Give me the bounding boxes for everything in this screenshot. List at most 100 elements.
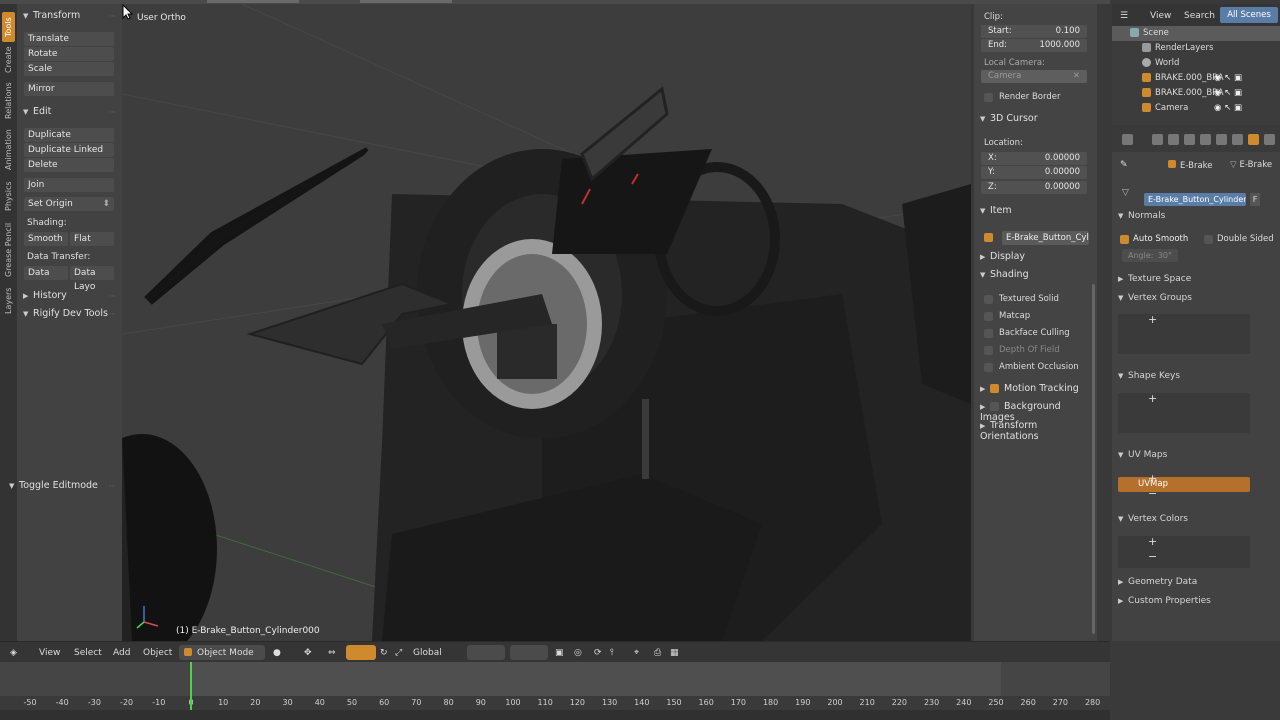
uvmap-item[interactable]: UVMap [1118,477,1250,492]
transform-panel-header[interactable]: ▼ Transform [23,10,80,21]
translate-button[interactable]: Translate [24,32,114,46]
clip-end-field[interactable]: End: 1000.000 [981,39,1087,52]
manipulator-translate-button[interactable] [346,645,376,660]
opengl-render-icon[interactable]: ⎙ [654,648,661,658]
fake-user-button[interactable]: F [1250,193,1260,206]
breadcrumb-object[interactable]: E-Brake [1168,160,1213,171]
vertex-colors-header[interactable]: ▼ Vertex Colors [1118,514,1188,524]
toggle-editmode-header[interactable]: ▼ Toggle Editmode [9,480,98,491]
duplicate-button[interactable]: Duplicate [24,128,114,142]
select-menu[interactable]: Select [74,648,102,658]
editor-type-icon[interactable]: ◈ [10,648,17,658]
scene-tab-icon[interactable] [1168,134,1179,145]
layers-grid-2[interactable] [510,645,548,660]
flat-button[interactable]: Flat [70,232,114,246]
clip-start-field[interactable]: Start: 0.100 [981,25,1087,38]
mirror-button[interactable]: Mirror [24,82,114,96]
delete-button[interactable]: Delete [24,158,114,172]
textured-solid-checkbox[interactable]: Textured Solid [984,294,1059,304]
tab-create[interactable]: Create [2,46,15,74]
ambient-occlusion-checkbox[interactable]: Ambient Occlusion [984,362,1079,372]
transform-orientations-header[interactable]: ▶ Transform Orientations [980,420,1097,442]
eye-icon[interactable]: ◉ ↖ ▣ [1214,71,1242,86]
outliner-view-menu[interactable]: View [1150,11,1171,21]
view-menu[interactable]: View [39,648,60,658]
current-frame-indicator[interactable] [190,662,192,710]
scale-manipulator-icon[interactable]: ⤢ [395,648,402,658]
cursor-y-field[interactable]: Y: 0.00000 [981,166,1087,179]
outliner-row-brake-2[interactable]: BRAKE.000_BRA ◉ ↖ ▣ [1112,86,1280,101]
render-preview-icon[interactable]: ◎ [574,648,582,658]
snap-icon[interactable]: ⫯ [610,648,614,658]
grip-icon[interactable]: ⋯ [109,12,116,20]
outliner-row-world[interactable]: World [1112,56,1280,71]
proportional-edit-icon[interactable]: ⟳ [594,648,602,658]
rotate-manipulator-icon[interactable]: ↻ [380,648,388,658]
grip-icon[interactable]: ⋯ [109,482,116,490]
add-vertex-group-button[interactable]: + [1148,313,1157,326]
vertex-groups-list[interactable] [1118,314,1250,354]
tab-physics[interactable]: Physics [2,178,15,214]
tab-animation[interactable]: Animation [2,128,15,172]
close-icon[interactable]: ✕ [1073,70,1080,83]
normals-header[interactable]: ▼ Normals [1118,211,1165,221]
edit-panel-header[interactable]: ▼ Edit [23,106,51,117]
add-shape-key-button[interactable]: + [1148,392,1157,405]
constraints-tab-icon[interactable] [1232,134,1243,145]
shape-keys-list[interactable] [1118,393,1250,433]
remove-vertex-color-button[interactable]: − [1148,550,1157,563]
add-uv-map-button[interactable]: + [1148,472,1157,485]
modifiers-tab-icon[interactable] [1216,134,1227,145]
opengl-anim-icon[interactable]: ▦ [670,648,679,658]
eye-icon[interactable]: ◉ ↖ ▣ [1214,86,1242,101]
custom-properties-header[interactable]: ▶ Custom Properties [1118,596,1211,606]
material-tab-icon[interactable] [1264,134,1275,145]
timeline[interactable]: -50-40-30-20-100102030405060708090100110… [0,662,1110,710]
pin-icon[interactable]: ✎ [1120,160,1128,170]
render-border-checkbox[interactable]: Render Border [984,92,1060,102]
outliner-search-menu[interactable]: Search [1184,11,1215,21]
tab-relations[interactable]: Relations [2,80,15,122]
mesh-name-field[interactable]: E-Brake_Button_Cylinder.0... [1144,193,1246,206]
smooth-button[interactable]: Smooth [24,232,68,246]
data-button[interactable]: Data [24,266,68,280]
grip-icon[interactable]: ⋯ [109,310,116,318]
uv-maps-header[interactable]: ▼ UV Maps [1118,450,1167,460]
breadcrumb-mesh[interactable]: ▽ E-Brake [1230,160,1272,170]
scrollbar[interactable] [1092,284,1095,634]
layers-grid-1[interactable] [467,645,505,660]
add-vertex-color-button[interactable]: + [1148,535,1157,548]
outliner-row-camera[interactable]: Camera ◉ ↖ ▣ [1112,101,1280,116]
pivot-icon[interactable]: ✥ [304,648,312,658]
render-layers-tab-icon[interactable] [1152,134,1163,145]
world-tab-icon[interactable] [1184,134,1195,145]
geometry-data-header[interactable]: ▶ Geometry Data [1118,577,1197,587]
add-menu[interactable]: Add [113,648,130,658]
manipulator-icon[interactable]: ⇔ [328,648,336,658]
auto-smooth-checkbox[interactable]: Auto Smooth [1120,234,1188,244]
viewport-shading-icon[interactable]: ● [273,648,281,658]
mode-dropdown[interactable]: Object Mode [179,645,265,660]
matcap-checkbox[interactable]: Matcap [984,311,1030,321]
depth-of-field-checkbox[interactable]: Depth Of Field [984,345,1060,355]
object-menu[interactable]: Object [143,648,172,658]
double-sided-checkbox[interactable]: Double Sided [1204,234,1274,244]
lock-layers-icon[interactable]: ▣ [555,648,564,658]
tab-grease-pencil[interactable]: Grease Pencil [2,220,15,280]
outliner-menu-icon[interactable]: ☰ [1120,11,1128,21]
grip-icon[interactable]: ⋯ [109,292,116,300]
remove-uv-map-button[interactable]: − [1148,487,1157,500]
item-name-field[interactable]: E-Brake_Button_Cyl... [1002,231,1089,245]
history-panel-header[interactable]: ▶ History [23,290,67,301]
frame-ruler[interactable] [0,696,1110,710]
tab-layers[interactable]: Layers [2,286,15,316]
scale-button[interactable]: Scale [24,62,114,76]
3d-cursor-header[interactable]: ▼ 3D Cursor [980,113,1038,124]
3d-viewport[interactable]: User Ortho (1) E-Brake_Button_Cylinder00… [122,4,971,641]
all-scenes-dropdown[interactable]: All Scenes [1220,7,1278,23]
motion-tracking-header[interactable]: ▶ Motion Tracking [980,383,1079,394]
rigify-panel-header[interactable]: ▼ Rigify Dev Tools [23,308,108,319]
grip-icon[interactable]: ⋯ [109,108,116,116]
tab-tools[interactable]: Tools [2,12,15,42]
join-button[interactable]: Join [24,178,114,192]
